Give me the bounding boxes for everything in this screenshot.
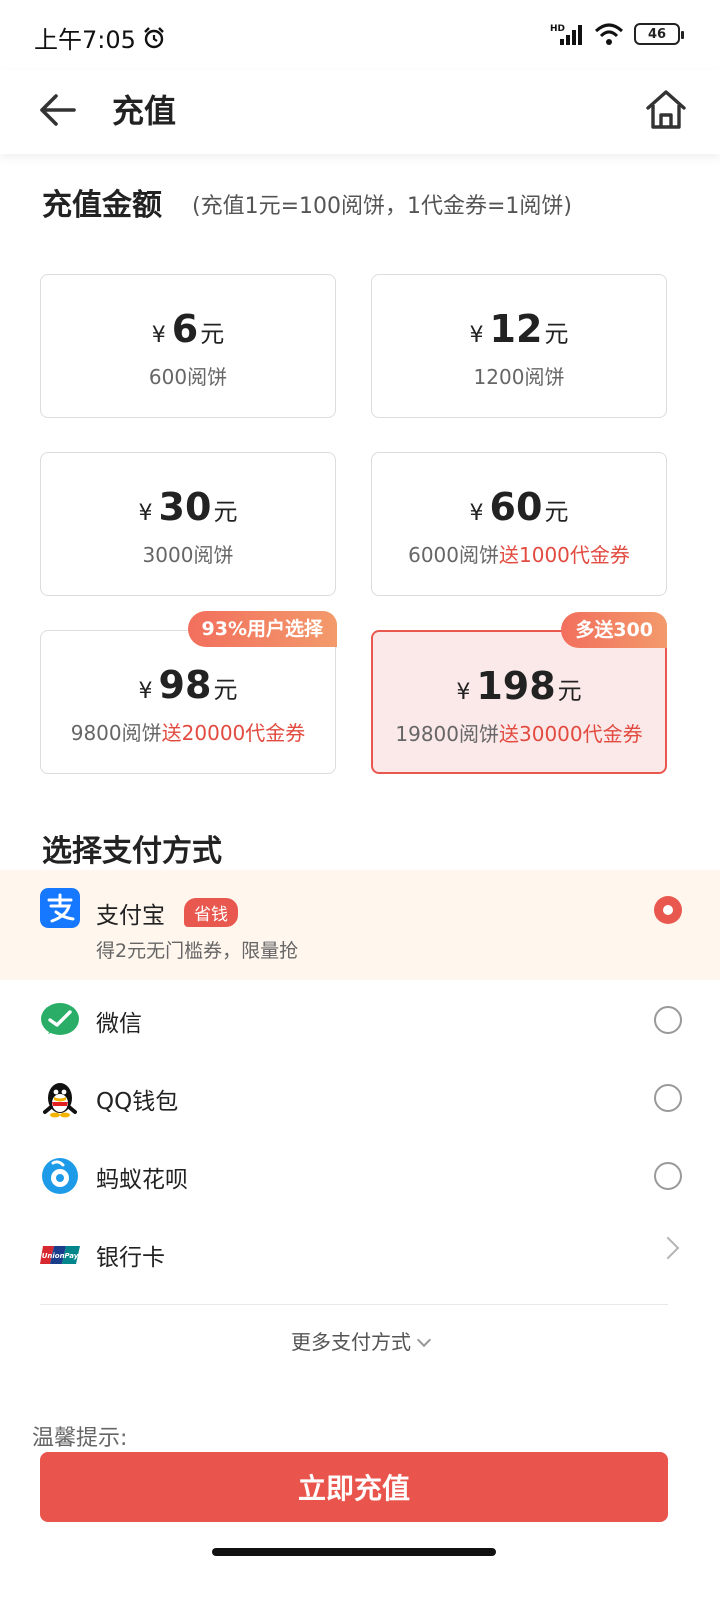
card-amount: 98 <box>158 663 212 707</box>
card-amount: 60 <box>489 485 543 529</box>
card-amount: 6 <box>171 307 199 351</box>
card-price: ¥ 98 元 <box>41 663 335 709</box>
more-payment-methods[interactable]: 更多支付方式 <box>0 1326 720 1355</box>
radio-qq[interactable] <box>654 1084 682 1112</box>
card-points-line: 3000阅饼 <box>41 539 335 568</box>
page-title: 充值 <box>112 92 177 130</box>
card-points-line: 9800阅饼送20000代金券 <box>41 717 335 746</box>
radio-huabei[interactable] <box>654 1162 682 1190</box>
payment-label: 蚂蚁花呗 <box>96 1167 188 1193</box>
recharge-now-button[interactable]: 立即充值 <box>40 1452 668 1522</box>
unionpay-icon: UnionPay <box>40 1246 80 1264</box>
amount-card-60[interactable]: ¥ 60 元 6000阅饼送1000代金券 <box>371 452 667 596</box>
status-time: 上午7:05 <box>34 20 166 55</box>
back-arrow-icon[interactable] <box>36 88 80 132</box>
card-price: ¥ 60 元 <box>372 485 666 531</box>
amount-section-title: 充值金额 <box>42 188 162 223</box>
card-unit: 元 <box>544 498 569 526</box>
card-points: 6000阅饼 <box>408 543 499 567</box>
status-time-text: 上午7:05 <box>34 26 136 54</box>
card-amount: 12 <box>489 307 543 351</box>
chevron-right-icon[interactable] <box>656 1236 680 1260</box>
card-points-line: 600阅饼 <box>41 361 335 390</box>
status-bar: 上午7:05 HD 46 <box>0 0 720 70</box>
bonus-tag: 多送300 <box>561 612 667 648</box>
card-price: ¥ 30 元 <box>41 485 335 531</box>
card-points: 600阅饼 <box>148 365 228 389</box>
currency-symbol: ¥ <box>151 323 166 348</box>
radio-alipay[interactable] <box>654 896 682 924</box>
battery-level: 46 <box>647 26 667 42</box>
status-icons: HD 46 <box>550 22 684 46</box>
card-price: ¥ 6 元 <box>41 307 335 353</box>
battery-indicator: 46 <box>634 23 684 45</box>
huabei-icon <box>42 1158 78 1194</box>
amount-card-6[interactable]: ¥ 6 元 600阅饼 <box>40 274 336 418</box>
card-unit: 元 <box>544 320 569 348</box>
card-points: 1200阅饼 <box>473 365 565 389</box>
card-bonus: 送1000代金券 <box>499 543 630 567</box>
qq-icon <box>43 1083 77 1118</box>
card-price: ¥ 198 元 <box>373 664 665 710</box>
card-points: 3000阅饼 <box>142 543 234 567</box>
amount-section-note: (充值1元=100阅饼，1代金券=1阅饼) <box>192 194 573 219</box>
currency-symbol: ¥ <box>469 323 484 348</box>
radio-wechat[interactable] <box>654 1006 682 1034</box>
card-price: ¥ 12 元 <box>372 307 666 353</box>
more-payment-label: 更多支付方式 <box>291 1330 411 1354</box>
card-unit: 元 <box>557 677 582 705</box>
payment-option-alipay[interactable]: 支付宝 省钱 得2元无门槛券，限量抢 <box>0 870 720 980</box>
amount-card-98[interactable]: 93%用户选择 ¥ 98 元 9800阅饼送20000代金券 <box>40 611 337 774</box>
amount-card-198[interactable]: 多送300 ¥ 198 元 19800阅饼送30000代金券 <box>371 612 667 774</box>
home-icon[interactable] <box>642 86 690 134</box>
currency-symbol: ¥ <box>456 680 471 705</box>
alarm-icon <box>144 26 164 48</box>
home-indicator <box>212 1548 496 1556</box>
payment-option-bank-card[interactable]: UnionPay 银行卡 <box>0 1214 720 1292</box>
payment-option-huabei[interactable]: 蚂蚁花呗 <box>0 1136 720 1214</box>
payment-label: QQ钱包 <box>96 1089 179 1115</box>
signal-icon: HD <box>550 24 582 45</box>
wifi-icon <box>594 23 624 45</box>
payment-label: 支付宝 <box>96 903 165 929</box>
card-bonus: 送30000代金券 <box>499 722 643 746</box>
network-type-text: HD <box>550 24 565 34</box>
card-unit: 元 <box>200 320 225 348</box>
card-points-line: 19800阅饼送30000代金券 <box>373 718 665 747</box>
currency-symbol: ¥ <box>469 501 484 526</box>
card-amount: 198 <box>476 664 556 708</box>
payment-option-wechat[interactable]: 微信 <box>0 980 720 1058</box>
card-points-line: 6000阅饼送1000代金券 <box>372 539 666 568</box>
currency-symbol: ¥ <box>138 501 153 526</box>
wechat-icon <box>41 1003 79 1035</box>
tip-label: 温馨提示: <box>32 1426 128 1451</box>
card-bonus: 送20000代金券 <box>161 721 306 745</box>
card-unit: 元 <box>213 498 238 526</box>
alipay-icon <box>40 888 80 928</box>
currency-symbol: ¥ <box>138 679 153 704</box>
header: 充值 <box>0 70 720 154</box>
unionpay-text: UnionPay <box>42 1252 79 1260</box>
card-points: 9800阅饼 <box>70 721 162 745</box>
card-points: 19800阅饼 <box>395 722 499 746</box>
card-amount: 30 <box>158 485 212 529</box>
card-points-line: 1200阅饼 <box>372 361 666 390</box>
saving-badge: 省钱 <box>184 898 238 927</box>
payment-label: 微信 <box>96 1011 142 1037</box>
payment-label: 银行卡 <box>96 1245 165 1271</box>
payment-section-title: 选择支付方式 <box>42 834 222 869</box>
chevron-down-icon <box>416 1332 432 1348</box>
popular-tag: 93%用户选择 <box>187 611 337 647</box>
payment-promo-text: 得2元无门槛券，限量抢 <box>96 940 299 962</box>
card-unit: 元 <box>213 676 238 704</box>
amount-card-12[interactable]: ¥ 12 元 1200阅饼 <box>371 274 667 418</box>
payment-option-qq[interactable]: QQ钱包 <box>0 1058 720 1136</box>
amount-card-30[interactable]: ¥ 30 元 3000阅饼 <box>40 452 336 596</box>
divider <box>40 1304 668 1305</box>
